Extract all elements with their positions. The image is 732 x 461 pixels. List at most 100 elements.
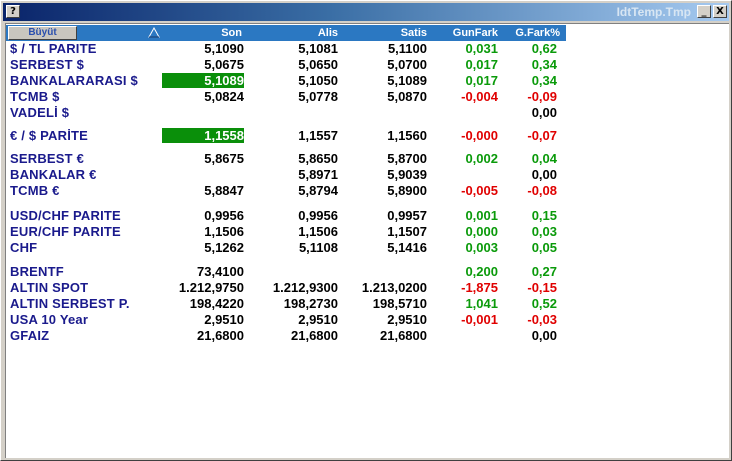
table-row[interactable]: CHF 5,1262 5,1108 5,1416 0,003 0,05 — [6, 240, 566, 256]
column-header-son[interactable]: Son — [162, 25, 242, 41]
table-row[interactable]: SERBEST € 5,8675 5,8650 5,8700 0,002 0,04 — [6, 151, 566, 167]
instrument-name: ALTIN SERBEST P. — [10, 296, 130, 311]
column-header-gunfark[interactable]: GunFark — [430, 25, 498, 41]
alis-value: 1.212,9300 — [272, 280, 338, 295]
son-value: 73,4100 — [197, 264, 244, 279]
alis-value: 5,0650 — [298, 57, 338, 72]
instrument-name: ALTIN SPOT — [10, 280, 89, 295]
instrument-name: TCMB $ — [10, 89, 60, 104]
gfark-value: 0,27 — [531, 264, 557, 279]
son-value: 21,6800 — [197, 328, 244, 343]
instrument-name: $ / TL PARITE — [10, 41, 97, 56]
gunfark-value — [430, 328, 498, 344]
satis-value: 21,6800 — [380, 328, 427, 343]
table-row[interactable]: € / $ PARİTE 1,1558 1,1557 1,1560 -0,000 -0,0… — [6, 128, 566, 144]
alis-value: 21,6800 — [291, 328, 338, 343]
satis-value: 5,0700 — [387, 57, 427, 72]
minimize-button[interactable]: _ — [697, 5, 711, 18]
son-value: 5,1089 — [204, 73, 244, 88]
table-row[interactable]: USD/CHF PARITE 0,9956 0,9956 0,9957 0,001 0,1… — [6, 208, 566, 224]
gunfark-value: -0,001 — [461, 312, 498, 327]
gfark-value: 0,00 — [531, 167, 557, 182]
gunfark-value: -0,004 — [461, 89, 498, 104]
gunfark-value: 1,041 — [465, 296, 498, 311]
gunfark-value: 0,000 — [465, 224, 498, 239]
title-bar[interactable]: ? IdtTemp.Tmp _ X — [3, 3, 729, 21]
son-value — [162, 105, 244, 121]
gfark-value: 0,62 — [531, 41, 557, 56]
table-row[interactable]: EUR/CHF PARITE 1,1506 1,1506 1,1507 0,000 0,0… — [6, 224, 566, 240]
son-value: 5,0675 — [204, 57, 244, 72]
alis-value: 5,1081 — [298, 41, 338, 56]
gfark-value: 0,04 — [531, 151, 557, 166]
close-button[interactable]: X — [713, 5, 727, 18]
gfark-value: -0,15 — [527, 280, 557, 295]
son-value: 5,1090 — [204, 41, 244, 56]
table-row[interactable]: USA 10 Year 2,9510 2,9510 2,9510 -0,001 -0,03 — [6, 312, 566, 328]
satis-value: 198,5710 — [372, 296, 427, 311]
satis-value: 0,9957 — [387, 208, 427, 223]
instrument-name: USD/CHF PARITE — [10, 208, 121, 223]
alis-value: 5,0778 — [298, 89, 338, 104]
table-header: Büyüt Son Alis Satis GunFark G.Fark% — [6, 25, 566, 41]
alis-value: 2,9510 — [298, 312, 338, 327]
satis-value: 5,1416 — [387, 240, 427, 255]
table-row[interactable]: $ / TL PARITE 5,1090 5,1081 5,1100 0,031 0,62 — [6, 41, 566, 57]
alis-value: 0,9956 — [298, 208, 338, 223]
triangle-up-icon[interactable] — [147, 25, 161, 41]
satis-value: 5,8700 — [387, 151, 427, 166]
table-row[interactable]: BANKALAR € 5,8971 5,9039 0,00 — [6, 167, 566, 183]
gfark-value: 0,34 — [531, 57, 557, 72]
instrument-name: TCMB € — [10, 183, 60, 198]
alis-value: 5,1108 — [298, 240, 338, 255]
table-row[interactable]: SERBEST $ 5,0675 5,0650 5,0700 0,017 0,34 — [6, 57, 566, 73]
son-value: 5,0824 — [204, 89, 244, 104]
satis-value: 5,9039 — [387, 167, 427, 182]
instrument-name: BRENTF — [10, 264, 64, 279]
gfark-value: -0,09 — [527, 89, 557, 104]
alis-value — [250, 264, 338, 280]
instrument-name: SERBEST € — [10, 151, 85, 166]
window-title: IdtTemp.Tmp — [616, 5, 691, 19]
table-row[interactable]: ALTIN SERBEST P. 198,4220 198,2730 198,5710… — [6, 296, 566, 312]
instrument-name: GFAIZ — [10, 328, 50, 343]
satis-value: 2,9510 — [387, 312, 427, 327]
column-header-alis[interactable]: Alis — [250, 25, 338, 41]
gunfark-value — [430, 105, 498, 121]
table-row[interactable]: BRENTF 73,4100 0,200 0,27 — [6, 264, 566, 280]
table-row[interactable]: BANKALARARASI $ 5,1089 5,1050 5,1089 0,017 0,… — [6, 73, 566, 89]
gfark-value: 0,00 — [531, 328, 557, 343]
son-value: 2,9510 — [204, 312, 244, 327]
gunfark-value: -0,005 — [461, 183, 498, 198]
column-header-satis[interactable]: Satis — [340, 25, 427, 41]
gunfark-value: -1,875 — [461, 280, 498, 295]
buyut-button[interactable]: Büyüt — [8, 26, 77, 40]
table-row[interactable]: GFAIZ 21,6800 21,6800 21,6800 0,00 — [6, 328, 566, 344]
instrument-name: BANKALARARASI $ — [10, 73, 138, 88]
gfark-value: 0,15 — [531, 208, 557, 223]
gunfark-value: 0,001 — [465, 208, 498, 223]
gfark-value: 0,03 — [531, 224, 557, 239]
alis-value: 5,1050 — [298, 73, 338, 88]
son-value: 5,8847 — [204, 183, 244, 198]
table-row[interactable]: ALTIN SPOT 1.212,9750 1.212,9300 1.213,0200… — [6, 280, 566, 296]
help-button[interactable]: ? — [6, 5, 20, 18]
son-value — [162, 167, 244, 183]
gfark-value: 0,05 — [531, 240, 557, 255]
gunfark-value: 0,200 — [465, 264, 498, 279]
gunfark-value: 0,017 — [465, 73, 498, 88]
table-row[interactable]: VADELİ $ 0,00 — [6, 105, 566, 121]
table-row[interactable]: TCMB $ 5,0824 5,0778 5,0870 -0,004 -0,09 — [6, 89, 566, 105]
son-value: 1.212,9750 — [178, 280, 244, 295]
instrument-name: CHF — [10, 240, 38, 255]
satis-value: 5,8900 — [387, 183, 427, 198]
instrument-name: SERBEST $ — [10, 57, 85, 72]
satis-value: 5,1100 — [387, 41, 427, 56]
son-value: 1,1558 — [204, 128, 244, 143]
column-header-gfark[interactable]: G.Fark% — [502, 25, 560, 41]
table-row[interactable]: TCMB € 5,8847 5,8794 5,8900 -0,005 -0,08 — [6, 183, 566, 199]
alis-value: 5,8650 — [298, 151, 338, 166]
app-window: ? IdtTemp.Tmp _ X Büyüt Son Alis Satis G… — [0, 0, 732, 461]
alis-value — [250, 105, 338, 121]
instrument-name: BANKALAR € — [10, 167, 97, 182]
